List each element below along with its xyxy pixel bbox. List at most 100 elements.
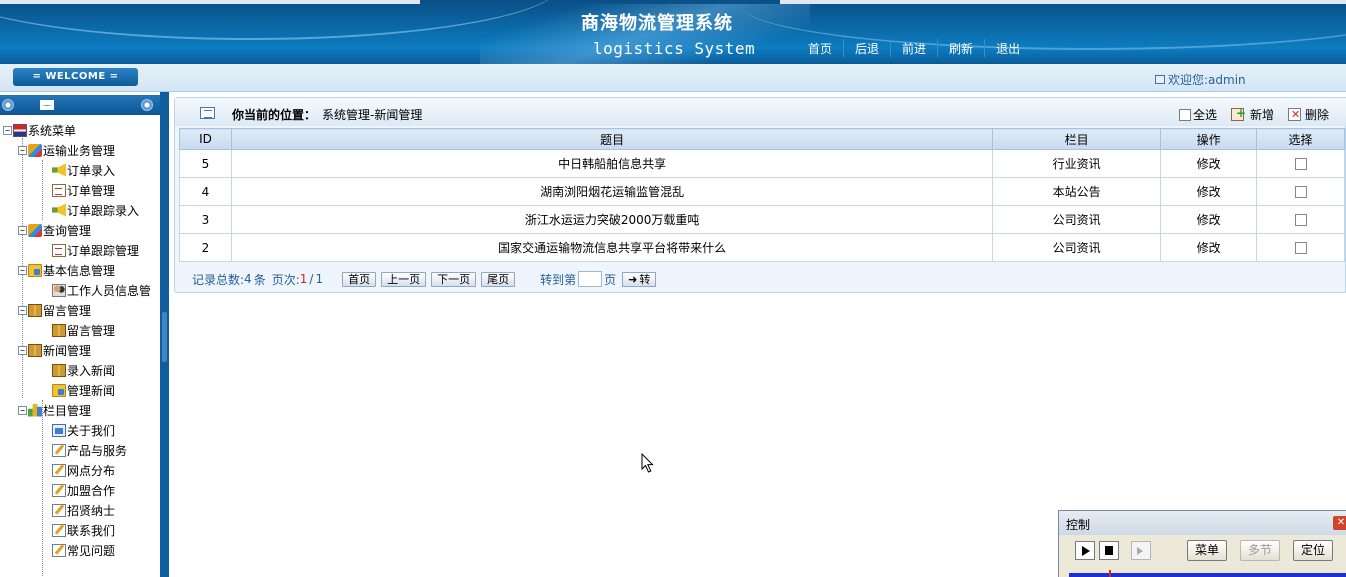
tree-item-news-entry[interactable]: 录入新闻 xyxy=(52,360,115,380)
table-row: 3 浙江水运运力突破2000万载重吨 公司资讯 修改 xyxy=(179,205,1345,234)
mouse-cursor-icon xyxy=(641,453,654,473)
first-page-button[interactable]: 首页 xyxy=(342,271,377,287)
gift-icon xyxy=(28,343,42,357)
cell-category: 行业资讯 xyxy=(992,149,1162,178)
column-header-action: 操作 xyxy=(1160,128,1258,150)
document-icon xyxy=(52,243,66,257)
last-page-button[interactable]: 尾页 xyxy=(481,271,516,287)
collapse-toggle-icon[interactable]: − xyxy=(18,225,27,235)
locate-button[interactable]: 定位 xyxy=(1293,540,1334,561)
gift-icon xyxy=(28,303,42,317)
location-label: 你当前的位置： xyxy=(232,108,317,122)
tree-group-columns[interactable]: − 栏目管理 xyxy=(18,400,91,420)
tree-item-recruit[interactable]: 招贤纳士 xyxy=(52,500,115,520)
file-icon xyxy=(52,423,66,437)
multi-section-button[interactable]: 多节 xyxy=(1240,540,1281,561)
tree-item-label: 录入新闻 xyxy=(67,363,116,378)
nav-home-link[interactable]: 首页 xyxy=(797,39,843,57)
add-button[interactable]: 新增 xyxy=(1230,106,1274,123)
close-icon[interactable]: ✕ xyxy=(1333,516,1346,530)
tree-group-transport[interactable]: − 运输业务管理 xyxy=(18,140,115,160)
add-icon xyxy=(1230,106,1246,121)
tree-item-staff-info[interactable]: 工作人员信息管 xyxy=(52,280,151,300)
tree-group-label: 留言管理 xyxy=(43,303,92,318)
menu-button[interactable]: 菜单 xyxy=(1187,540,1228,561)
edit-link[interactable]: 修改 xyxy=(1197,185,1221,199)
folder-icon xyxy=(52,383,66,397)
collapse-toggle-icon[interactable]: − xyxy=(18,145,27,155)
folder-icon xyxy=(28,263,42,277)
column-header-title: 题目 xyxy=(230,128,994,150)
tree-item-order-track-manage[interactable]: 订单跟踪管理 xyxy=(52,240,139,260)
tree-group-messages[interactable]: − 留言管理 xyxy=(18,300,91,320)
tree-item-label: 留言管理 xyxy=(67,323,116,338)
play-button[interactable] xyxy=(1075,541,1095,560)
mail-icon[interactable] xyxy=(40,100,54,110)
next-page-button[interactable]: 下一页 xyxy=(431,271,477,287)
tree-group-query[interactable]: − 查询管理 xyxy=(18,220,91,240)
row-checkbox[interactable] xyxy=(1294,158,1307,170)
nav-back-link[interactable]: 后退 xyxy=(843,39,890,57)
control-window-titlebar[interactable]: 控制 ✕ xyxy=(1059,511,1346,535)
control-progress-bar[interactable] xyxy=(1069,570,1346,577)
delete-button[interactable]: 删除 xyxy=(1287,106,1329,123)
progress-marker[interactable] xyxy=(1109,570,1111,577)
cell-title: 浙江水运运力突破2000万载重吨 xyxy=(230,205,994,234)
tree-item-order-track-entry[interactable]: 订单跟踪录入 xyxy=(52,200,139,220)
collapse-toggle-icon[interactable]: − xyxy=(3,125,12,135)
row-checkbox[interactable] xyxy=(1294,242,1307,254)
tree-group-label: 查询管理 xyxy=(43,223,92,238)
system-subtitle: logistics System xyxy=(593,39,756,58)
collapse-toggle-icon[interactable]: − xyxy=(18,305,27,315)
skip-button[interactable] xyxy=(1131,541,1151,560)
table-row: 5 中日韩船舶信息共享 行业资讯 修改 xyxy=(179,149,1345,178)
edit-link[interactable]: 修改 xyxy=(1197,213,1221,227)
nav-refresh-link[interactable]: 刷新 xyxy=(937,39,984,57)
control-window-body: 菜单 多节 定位 xyxy=(1059,535,1346,577)
collapse-toggle-icon[interactable]: − xyxy=(18,265,27,275)
edit-pencil-icon xyxy=(52,463,66,477)
sidebar-splitter[interactable] xyxy=(160,92,169,577)
collapse-toggle-icon[interactable]: − xyxy=(18,345,27,355)
edit-link[interactable]: 修改 xyxy=(1197,157,1221,171)
total-label: 记录总数: xyxy=(192,272,245,287)
control-window: 控制 ✕ 菜单 多节 定位 xyxy=(1058,510,1346,577)
row-checkbox[interactable] xyxy=(1294,214,1307,226)
go-button[interactable]: ➜ 转 xyxy=(622,271,657,287)
nav-forward-link[interactable]: 前进 xyxy=(890,39,937,57)
tree-item-about-us[interactable]: 关于我们 xyxy=(52,420,115,440)
edit-link[interactable]: 修改 xyxy=(1197,241,1221,255)
stop-button[interactable] xyxy=(1099,541,1119,560)
splitter-grip[interactable] xyxy=(162,312,167,362)
page-label: 页次: xyxy=(271,272,300,287)
tree-item-label: 订单录入 xyxy=(67,163,116,178)
tree-root[interactable]: − 系统菜单 xyxy=(3,120,76,140)
pager: 记录总数: 4 条 页次: 1 / 1 首页 上一页 下一页 尾页 转到第 页 … xyxy=(192,270,657,288)
tree-group-basic-info[interactable]: − 基本信息管理 xyxy=(18,260,115,280)
sidebar-left-knob-icon[interactable] xyxy=(2,99,14,111)
page-separator: / xyxy=(309,272,314,286)
cell-category: 本站公告 xyxy=(992,177,1162,206)
tree-item-contact[interactable]: 联系我们 xyxy=(52,520,115,540)
collapse-toggle-icon[interactable]: − xyxy=(18,405,27,415)
column-header-select: 选择 xyxy=(1256,128,1345,150)
goto-page-input[interactable] xyxy=(578,271,603,287)
tree-item-products[interactable]: 产品与服务 xyxy=(52,440,127,460)
sidebar-right-knob-icon[interactable] xyxy=(141,99,153,111)
checkbox-icon[interactable] xyxy=(1178,108,1191,121)
top-nav: 首页 后退 前进 刷新 退出 xyxy=(797,39,1031,59)
tree-item-faq[interactable]: 常见问题 xyxy=(52,540,115,560)
tree-item-message-manage[interactable]: 留言管理 xyxy=(52,320,115,340)
tree-item-news-manage[interactable]: 管理新闻 xyxy=(52,380,115,400)
tree-group-news[interactable]: − 新闻管理 xyxy=(18,340,91,360)
tree-item-network[interactable]: 网点分布 xyxy=(52,460,115,480)
prev-page-button[interactable]: 上一页 xyxy=(381,271,427,287)
tree-item-order-entry[interactable]: 订单录入 xyxy=(52,160,115,180)
column-header-category: 栏目 xyxy=(992,128,1162,150)
tree-item-order-manage[interactable]: 订单管理 xyxy=(52,180,115,200)
tree-item-franchise[interactable]: 加盟合作 xyxy=(52,480,115,500)
table-row: 4 湖南浏阳烟花运输监管混乱 本站公告 修改 xyxy=(179,177,1345,206)
nav-logout-link[interactable]: 退出 xyxy=(984,39,1031,57)
select-all-checkbox[interactable]: 全选 xyxy=(1178,106,1217,123)
row-checkbox[interactable] xyxy=(1294,186,1307,198)
